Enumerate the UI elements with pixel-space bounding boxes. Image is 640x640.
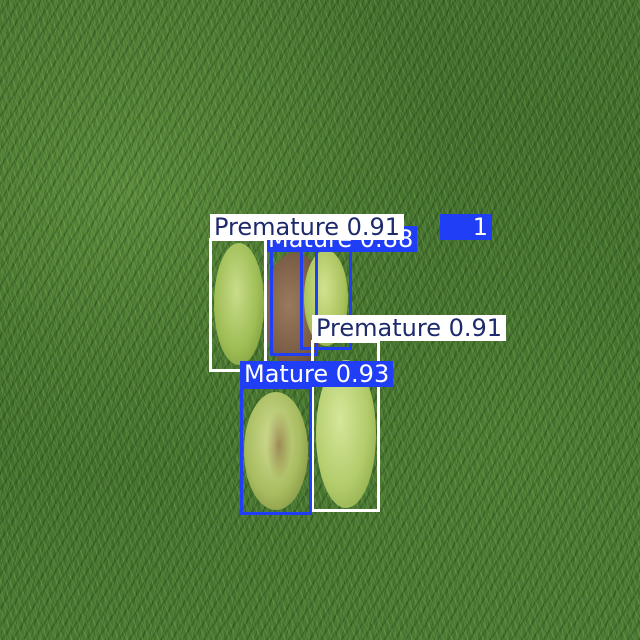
bounding-box-premature (209, 238, 267, 372)
detection-label-premature: Premature 0.91 (210, 214, 405, 240)
bounding-box-mature (240, 386, 312, 515)
detection-label-premature: Premature 0.91 (312, 315, 507, 341)
detection-image: Mature 0.88 1 Premature 0.91 Premature 0… (0, 0, 640, 640)
detection-label-mature: 1 (440, 214, 492, 240)
detection-label-mature: Mature 0.93 (240, 361, 394, 387)
label-fragment: 1 (472, 214, 488, 240)
